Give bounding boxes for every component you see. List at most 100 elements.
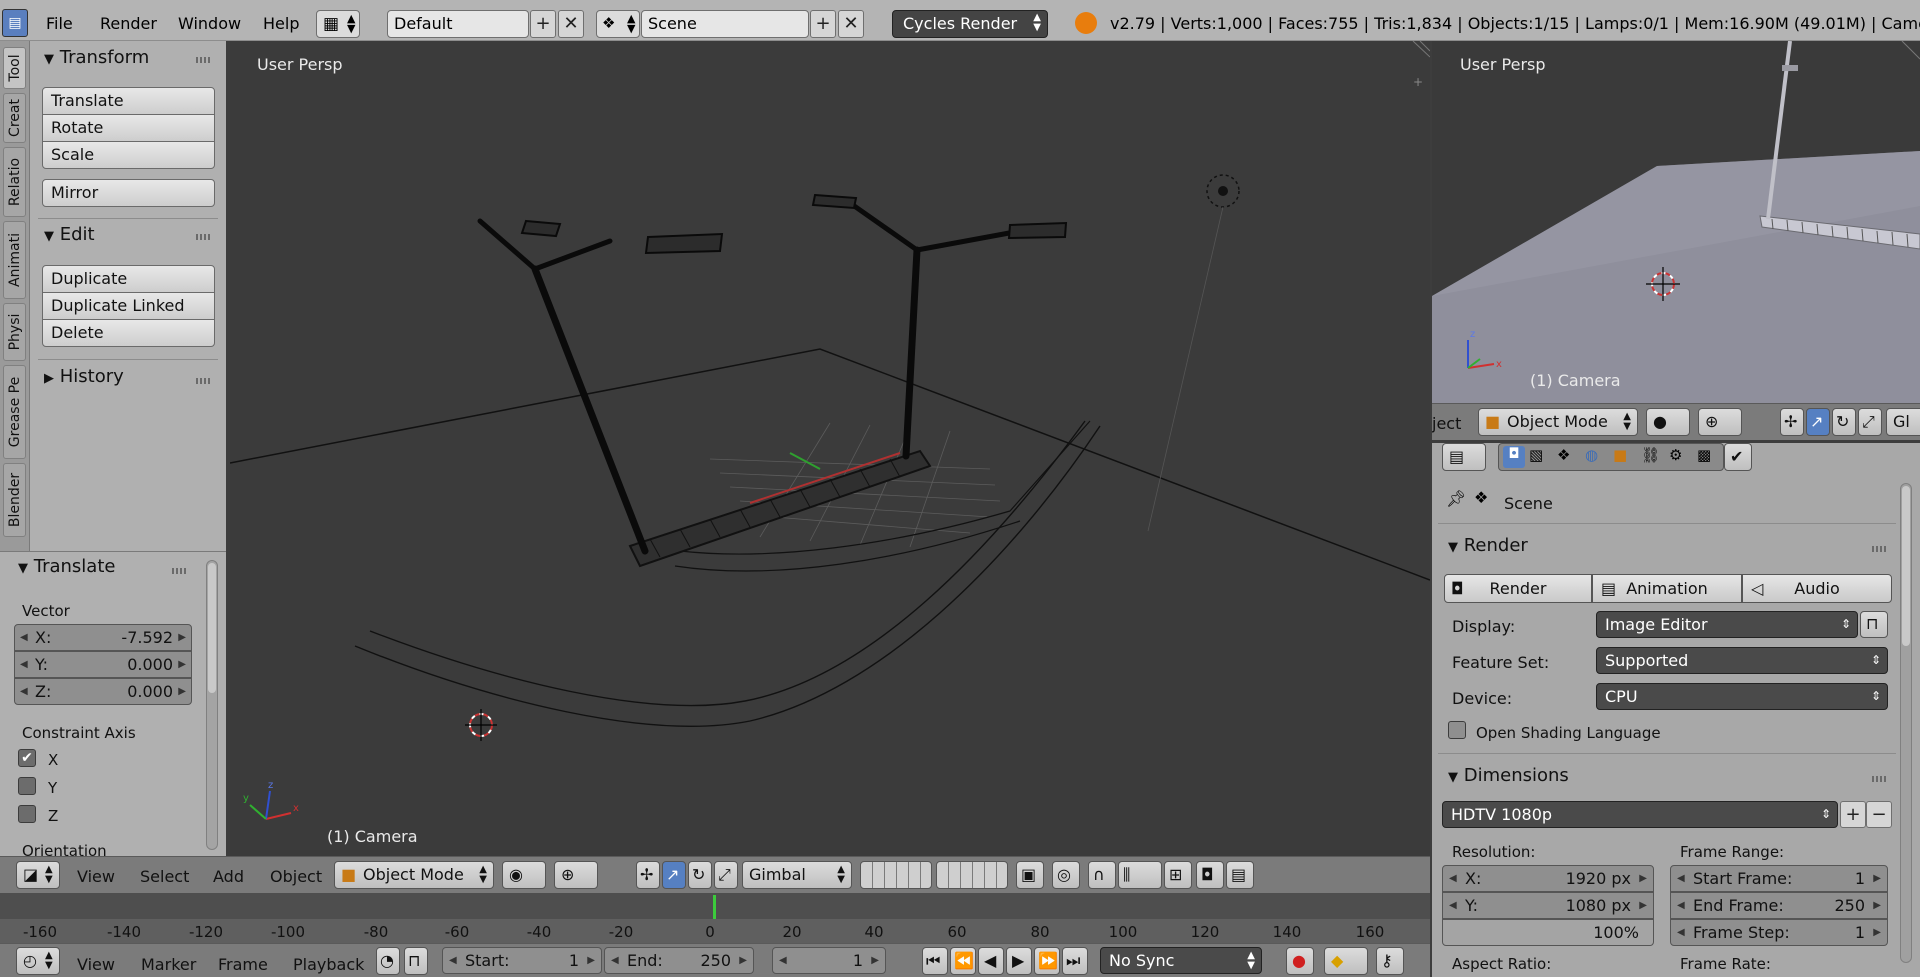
snap-element-dropdown[interactable]: ⫼ — [1118, 861, 1162, 889]
snap-target-button[interactable]: ⊞ — [1164, 861, 1192, 889]
remove-preset-button[interactable]: − — [1866, 801, 1892, 828]
menu-object[interactable]: Object — [270, 867, 322, 886]
translate-button[interactable]: Translate — [42, 87, 215, 115]
vector-z-field[interactable]: ◀ Z: 0.000 ▶ — [14, 678, 192, 705]
duplicate-linked-button[interactable]: Duplicate Linked — [42, 292, 215, 320]
data-tab-icon[interactable]: ▩ — [1697, 446, 1711, 464]
mirror-button[interactable]: Mirror — [42, 179, 215, 207]
tab-blender[interactable]: Blender — [3, 463, 26, 537]
play-button[interactable]: ▶ — [1006, 947, 1032, 975]
osl-checkbox[interactable] — [1448, 721, 1466, 739]
transform-panel-header[interactable]: ▼ Transform — [44, 47, 149, 68]
frame-step-field[interactable]: ◀ Frame Step: 1 ▶ — [1670, 919, 1888, 946]
display-dropdown[interactable]: Image Editor ⇕ — [1596, 611, 1858, 638]
constraint-y-checkbox[interactable] — [18, 777, 36, 795]
edit-panel-header[interactable]: ▼ Edit — [44, 224, 95, 245]
panel-grip-icon[interactable] — [1872, 546, 1888, 552]
pivot-point-button[interactable]: ⊕ — [1698, 408, 1742, 436]
scene-tab-icon[interactable]: ❖ — [1557, 446, 1570, 464]
render-tab-icon[interactable]: ◘ — [1503, 446, 1525, 468]
camera-3d-viewport[interactable]: x z User Persp (1) Camera — [1432, 41, 1920, 403]
remove-scene-button[interactable]: ✕ — [838, 10, 864, 38]
pin-icon[interactable]: 📌︎ — [1446, 489, 1466, 508]
transform-orientation-dropdown[interactable]: Gl — [1886, 408, 1920, 436]
auto-keying-button[interactable]: ● — [1286, 947, 1314, 975]
panel-grip-icon[interactable] — [196, 234, 212, 240]
opengl-anim-button[interactable]: ▤ — [1226, 861, 1254, 889]
screen-layout-field[interactable]: Default — [387, 10, 529, 38]
prev-keyframe-button[interactable]: ⏪ — [950, 947, 976, 975]
editor-type-button[interactable]: ▤ — [1442, 443, 1486, 471]
tab-grease-pencil[interactable]: Grease Pe — [3, 365, 26, 459]
manipulator-toggle[interactable]: ✢ — [1780, 408, 1804, 436]
play-reverse-button[interactable]: ◀ — [978, 947, 1004, 975]
keying-set-button[interactable]: ◆ — [1324, 947, 1368, 975]
add-scene-button[interactable]: + — [810, 10, 836, 38]
scale-button[interactable]: Scale — [42, 141, 215, 169]
resolution-x-field[interactable]: ◀ X: 1920 px ▶ — [1442, 865, 1654, 892]
insert-keyframe-button[interactable]: ⚷ — [1376, 947, 1404, 975]
start-frame-field[interactable]: ◀ Start: 1 ▶ — [442, 947, 602, 974]
operator-scrollbar[interactable] — [206, 560, 218, 850]
device-dropdown[interactable]: CPU ⇕ — [1596, 683, 1888, 710]
end-frame-field[interactable]: ◀ End Frame: 250 ▶ — [1670, 892, 1888, 919]
manipulator-toggle[interactable]: ✢ — [636, 861, 660, 889]
menu-window[interactable]: Window — [178, 0, 241, 41]
layers-grid-1[interactable] — [860, 861, 932, 889]
tab-tool[interactable]: Tool — [3, 47, 26, 89]
main-3d-viewport[interactable]: x z y + User Persp (1) Camera — [230, 41, 1430, 856]
start-frame-field[interactable]: ◀ Start Frame: 1 ▶ — [1670, 865, 1888, 892]
constraint-x-checkbox[interactable]: ✔ — [18, 749, 36, 767]
tab-physics[interactable]: Physi — [3, 303, 26, 361]
object-tab-icon[interactable]: ■ — [1613, 446, 1627, 464]
animation-button[interactable]: ▤ Animation — [1592, 574, 1742, 603]
delete-button[interactable]: Delete — [42, 319, 215, 347]
menu-object-cut[interactable]: ject — [1432, 414, 1461, 433]
menu-render[interactable]: Render — [100, 0, 157, 41]
viewport-shading-button[interactable]: ● — [1646, 408, 1690, 436]
object-mode-dropdown[interactable]: ■ Object Mode ▲ ▼ — [334, 861, 494, 889]
rotate-manipulator[interactable]: ↻ — [688, 861, 712, 889]
opengl-render-button[interactable]: ◘ — [1196, 861, 1224, 889]
timeline-editor[interactable]: -160 -140 -120 -100 -80 -60 -40 -20 0 20… — [0, 893, 1430, 943]
menu-view[interactable]: View — [77, 867, 115, 886]
lock-range-button[interactable]: ⊓ — [404, 947, 428, 975]
transform-orientation-dropdown[interactable]: Gimbal ▲ ▼ — [742, 861, 852, 889]
snap-toggle[interactable]: ∩ — [1088, 861, 1116, 889]
properties-scrollbar[interactable] — [1900, 483, 1912, 963]
modifiers-tab-icon[interactable]: ⚙ — [1669, 446, 1682, 464]
scale-manipulator[interactable]: ⤢ — [1858, 408, 1882, 436]
render-preset-dropdown[interactable]: HDTV 1080p ⇕ — [1442, 801, 1838, 828]
menu-playback[interactable]: Playback — [293, 955, 364, 974]
current-frame-indicator[interactable] — [713, 895, 716, 919]
translate-manipulator[interactable]: ↗ — [1806, 408, 1830, 436]
menu-help[interactable]: Help — [263, 0, 299, 41]
jump-start-button[interactable]: ⏮ — [922, 947, 948, 975]
editor-type-icon[interactable]: ▤ — [2, 9, 28, 37]
jump-end-button[interactable]: ⏭ — [1062, 947, 1088, 975]
current-frame-field[interactable]: ◀ 1 ▶ — [772, 947, 886, 974]
lock-layers-button[interactable]: ▣ — [1016, 861, 1044, 889]
menu-select[interactable]: Select — [140, 867, 189, 886]
render-panel-header[interactable]: ▼ Render — [1448, 535, 1528, 556]
add-screen-button[interactable]: + — [530, 10, 556, 38]
menu-file[interactable]: File — [46, 0, 73, 41]
screen-layout-button[interactable]: ▦ ▲ ▼ — [316, 10, 360, 38]
vector-y-field[interactable]: ◀ Y: 0.000 ▶ — [14, 651, 192, 678]
menu-marker[interactable]: Marker — [141, 955, 196, 974]
menu-add[interactable]: Add — [213, 867, 244, 886]
rotate-button[interactable]: Rotate — [42, 114, 215, 142]
world-tab-icon[interactable]: ◍ — [1585, 446, 1598, 464]
preview-range-button[interactable]: ◔ — [376, 947, 400, 975]
constraints-tab-icon[interactable]: ⛓ — [1641, 446, 1660, 464]
panel-grip-icon[interactable] — [1872, 776, 1888, 782]
render-button[interactable]: ◘ Render — [1444, 574, 1592, 603]
proportional-edit-button[interactable]: ◎ — [1052, 861, 1080, 889]
panel-grip-icon[interactable] — [196, 57, 212, 63]
vector-x-field[interactable]: ◀ X: -7.592 ▶ — [14, 624, 192, 651]
menu-view[interactable]: View — [77, 955, 115, 974]
menu-frame[interactable]: Frame — [218, 955, 268, 974]
lock-interface-button[interactable]: ⊓ — [1860, 611, 1888, 638]
pivot-point-button[interactable]: ⊕ — [554, 861, 598, 889]
add-preset-button[interactable]: + — [1840, 801, 1866, 828]
